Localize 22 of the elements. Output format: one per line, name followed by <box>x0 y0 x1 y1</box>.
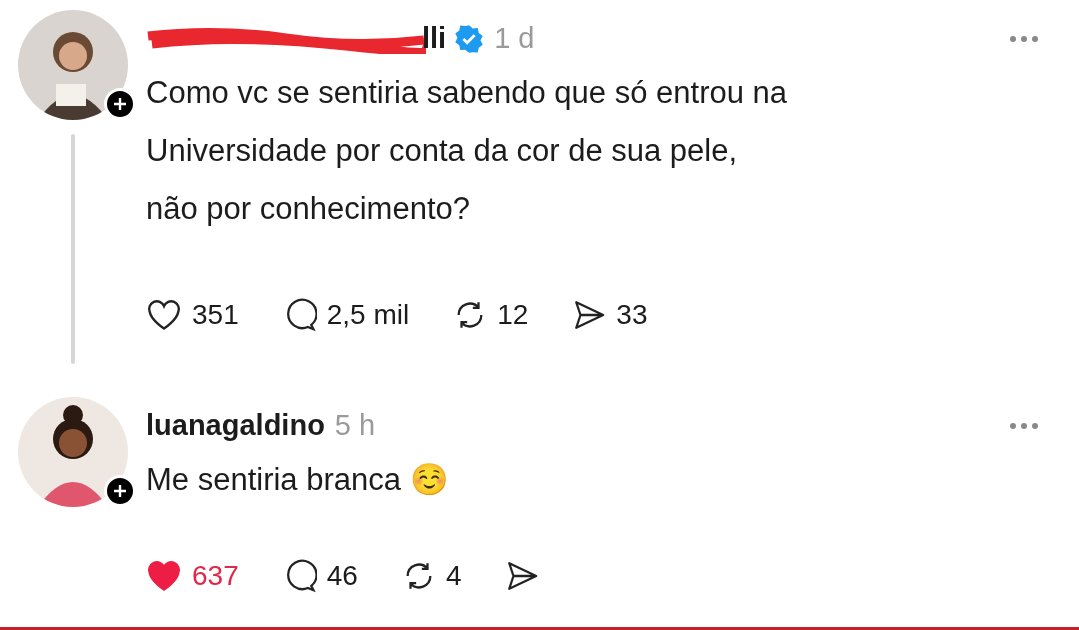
post-text: Me sentiria branca ☺ <box>146 461 450 499</box>
plus-icon <box>112 483 128 499</box>
more-icon[interactable] <box>1009 35 1039 43</box>
count: 2,5 mil <box>326 298 410 332</box>
more-icon[interactable] <box>1009 422 1039 430</box>
heart-icon[interactable] <box>146 297 182 333</box>
send-icon[interactable] <box>505 559 540 593</box>
timestamp: 1 d <box>494 21 535 57</box>
count: 33 <box>616 298 648 332</box>
timestamp: 5 h <box>334 408 376 444</box>
count: 4 <box>445 559 462 593</box>
plus-icon <box>112 96 128 112</box>
count: 12 <box>497 298 529 332</box>
count: 351 <box>192 298 239 332</box>
count: 46 <box>326 559 358 593</box>
username[interactable]: luanagaldino <box>146 404 325 448</box>
count: 637 <box>192 559 239 593</box>
username[interactable]: lli <box>422 17 447 61</box>
send-icon[interactable] <box>572 298 607 332</box>
post-text: não por conhecimento? <box>146 190 471 228</box>
post-text: Como vc se sentiria sabendo que só entrou na <box>146 74 789 112</box>
post-text: Universidade por conta da cor de sua pele, <box>146 132 739 170</box>
